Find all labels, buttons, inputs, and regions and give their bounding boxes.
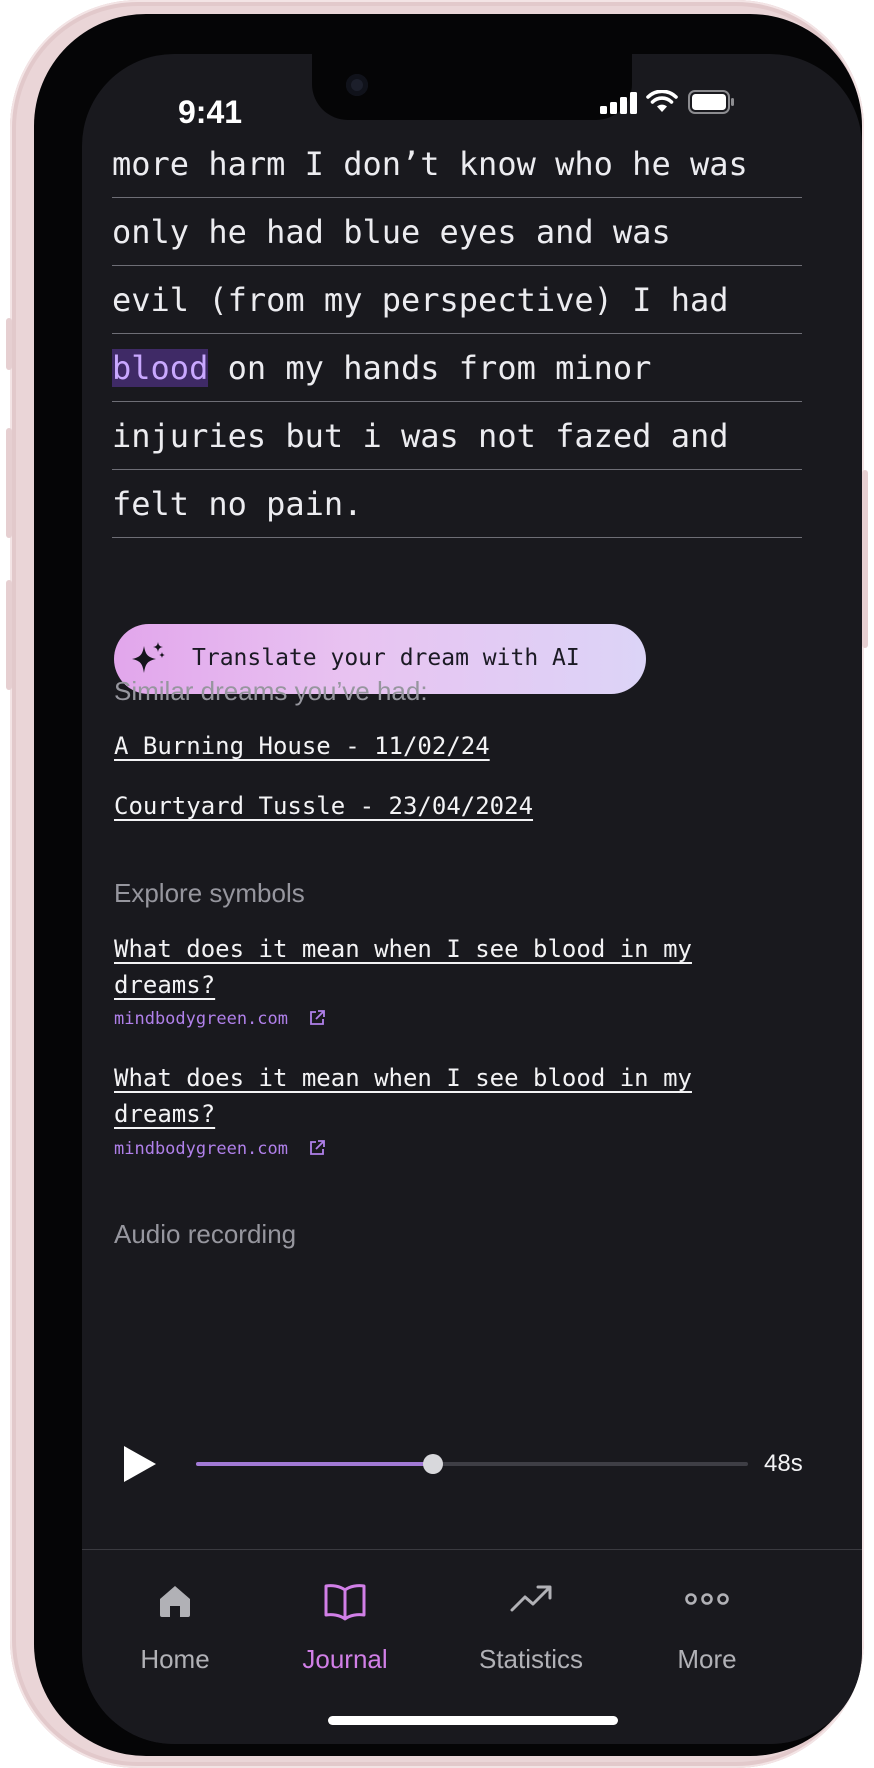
symbol-article-link[interactable]: What does it mean when I see blood in my… — [114, 1060, 754, 1132]
wifi-icon — [646, 90, 678, 112]
home-indicator — [328, 1716, 618, 1725]
sparkles-icon — [132, 642, 165, 673]
audio-duration: 48s — [764, 1450, 803, 1477]
phone-frame: 9:41 more harm I don’t know who he was o… — [6, 0, 868, 1768]
similar-dream-link[interactable]: Courtyard Tussle - 23/04/2024 — [114, 788, 754, 824]
bezel: 9:41 more harm I don’t know who he was o… — [34, 14, 862, 1756]
article-source[interactable]: mindbodygreen.com — [114, 1009, 288, 1029]
external-link-icon[interactable] — [308, 1009, 326, 1027]
translate-dream-ai-label: Translate your dream with AI — [192, 645, 580, 671]
tab-journal[interactable]: Journal — [270, 1574, 420, 1684]
tab-home[interactable]: Home — [100, 1574, 250, 1684]
audio-recording-heading: Audio recording — [114, 1219, 297, 1249]
tab-label: More — [677, 1644, 737, 1674]
external-link-icon[interactable] — [308, 1139, 326, 1157]
dream-line: evil (from my perspective) I had — [112, 266, 802, 334]
cellular-signal-icon — [600, 92, 637, 114]
tab-statistics[interactable]: Statistics — [456, 1574, 606, 1684]
battery-icon — [688, 90, 734, 114]
silent-switch — [6, 318, 12, 370]
audio-scrubber-handle[interactable] — [423, 1454, 444, 1474]
dream-line: blood on my hands from minor — [112, 334, 802, 402]
volume-up-button — [6, 428, 12, 538]
highlighted-word[interactable]: blood — [112, 349, 209, 387]
dream-line: more harm I don’t know who he was — [112, 130, 802, 198]
volume-down-button — [6, 580, 12, 690]
similar-dreams-heading: Similar dreams you’ve had: — [114, 676, 428, 706]
camera-icon — [346, 74, 368, 96]
home-icon — [160, 1586, 190, 1617]
tab-bar: Home Journal Statistics More — [82, 1549, 862, 1744]
trending-up-icon — [510, 1585, 552, 1612]
tab-more[interactable]: More — [632, 1574, 782, 1684]
book-icon — [324, 1584, 366, 1621]
play-icon[interactable] — [120, 1444, 160, 1484]
article-source[interactable]: mindbodygreen.com — [114, 1139, 288, 1159]
power-button — [862, 470, 868, 648]
dream-line-text: on my hands from minor — [227, 349, 652, 387]
audio-progress-track[interactable] — [196, 1454, 748, 1474]
audio-progress-fill — [196, 1462, 434, 1466]
symbol-article-link[interactable]: What does it mean when I see blood in my… — [114, 931, 754, 1003]
tab-label: Statistics — [478, 1644, 584, 1674]
tab-label: Home — [140, 1644, 210, 1674]
dream-line: felt no pain. — [112, 470, 802, 538]
similar-dream-link[interactable]: A Burning House - 11/02/24 — [114, 728, 754, 764]
dream-line: injuries but i was not fazed and — [112, 402, 802, 470]
screen: 9:41 more harm I don’t know who he was o… — [82, 54, 862, 1744]
explore-symbols-heading: Explore symbols — [114, 878, 305, 908]
dream-line: only he had blue eyes and was — [112, 198, 802, 266]
more-dots-icon — [685, 1593, 729, 1605]
tab-label: Journal — [302, 1644, 388, 1674]
status-time: 9:41 — [178, 94, 243, 130]
dream-text: more harm I don’t know who he was only h… — [112, 130, 802, 538]
